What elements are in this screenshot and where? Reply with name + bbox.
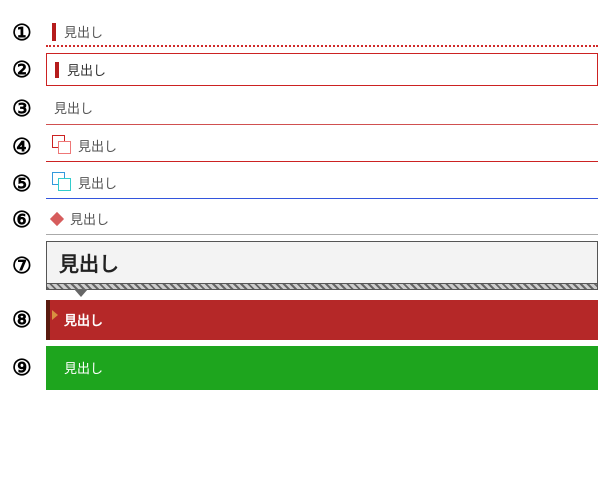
style-row-9: ⑨ 見出し [10,346,604,390]
left-tick-icon [52,23,56,41]
left-tick-icon [55,62,59,78]
row-number: ⑨ [10,355,46,381]
style-row-1: ① 見出し [10,18,604,47]
style-row-8: ⑧ 見出し [10,300,604,340]
heading-sample-9: 見出し [46,346,598,390]
heading-text: 見出し [78,173,117,192]
squares-red-icon [52,135,74,155]
row-number: ④ [10,134,46,160]
hatched-strip [46,284,598,290]
diamond-icon [50,211,64,225]
heading-text: 見出し [67,60,106,79]
chevron-down-icon [74,289,88,297]
heading-sample-1: 見出し [46,18,598,47]
style-row-3: ③ 見出し [10,92,604,125]
heading-text: 見出し [59,248,585,277]
row-number: ① [10,20,46,46]
row-number: ⑧ [10,307,46,333]
row-number: ⑤ [10,171,46,197]
heading-text: 見出し [78,136,117,155]
squares-blue-icon [52,172,74,192]
heading-sample-2: 見出し [46,53,598,86]
heading-text: 見出し [70,209,109,228]
style-row-2: ② 見出し [10,53,604,86]
style-row-6: ⑥ 見出し [10,205,604,235]
heading-sample-4: 見出し [46,131,598,162]
heading-sample-6: 見出し [46,205,598,235]
heading-sample-5: 見出し [46,168,598,199]
heading-sample-7: 見出し [46,241,598,290]
heading-text: 見出し [64,313,103,328]
heading-text: 見出し [64,22,103,41]
row-number: ⑦ [10,253,46,279]
heading-text: 見出し [64,361,103,376]
row-number: ⑥ [10,207,46,233]
heading-sample-3: 見出し [46,92,598,125]
heading-text: 見出し [54,101,93,116]
style-row-5: ⑤ 見出し [10,168,604,199]
row-number: ③ [10,96,46,122]
style-row-4: ④ 見出し [10,131,604,162]
arrow-right-icon [52,310,58,320]
heading-sample-8: 見出し [46,300,598,340]
style-row-7: ⑦ 見出し [10,241,604,290]
row-number: ② [10,57,46,83]
